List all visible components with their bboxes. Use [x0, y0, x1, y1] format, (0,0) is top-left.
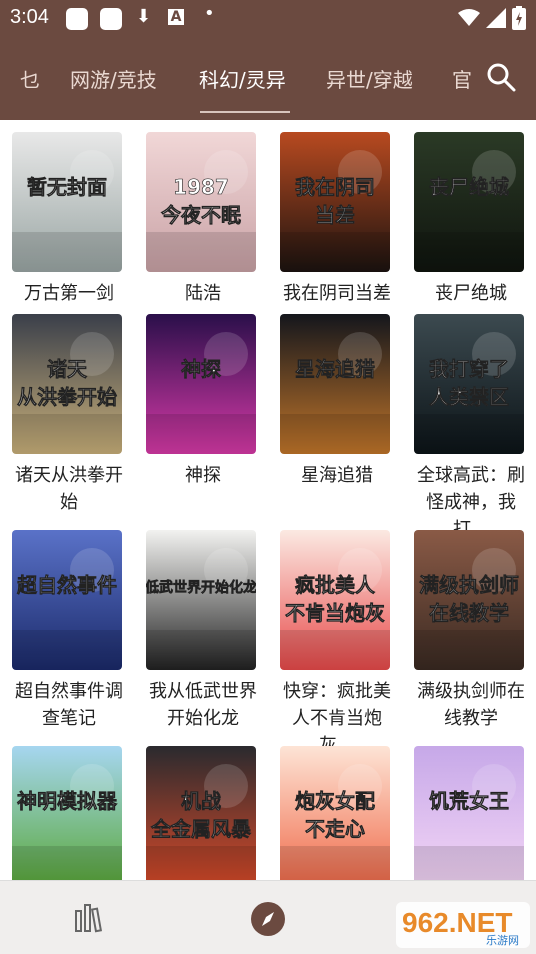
dot-icon: •: [204, 3, 215, 24]
book-cover[interactable]: 1987 今夜不眠: [146, 132, 256, 272]
cover-text: 暂无封面: [27, 175, 107, 199]
notification-icon: [100, 8, 122, 30]
cover-text: 人类禁区: [429, 385, 509, 409]
wifi-icon: [458, 9, 480, 26]
book-cover[interactable]: 神明模拟器: [12, 746, 122, 880]
book-cover[interactable]: 神探: [146, 314, 256, 454]
book-title: 满级执剑师在线教学: [417, 681, 525, 729]
book-item[interactable]: 我打穿了 人类禁区 全球高武：刷怪成神，我打…: [410, 302, 534, 540]
cover-text: 全金属风暴: [150, 817, 252, 841]
cover-text: 神探: [181, 357, 221, 381]
cover-text: 神明模拟器: [17, 789, 118, 813]
search-icon[interactable]: [486, 62, 516, 92]
book-cover[interactable]: 疯批美人 不肯当炮灰: [280, 530, 390, 670]
cover-text: 满级执剑师: [419, 573, 519, 597]
tab-partial-right[interactable]: 官: [452, 64, 472, 93]
book-cover[interactable]: 我在阴司 当差: [280, 132, 390, 272]
cover-text: 1987: [173, 175, 229, 199]
status-time: 3:04: [10, 6, 49, 28]
discover-compass-icon[interactable]: [250, 901, 286, 937]
book-cover[interactable]: 满级执剑师 在线教学: [414, 530, 524, 670]
book-title: 我从低武世界开始化龙: [149, 681, 257, 729]
bookshelf-icon[interactable]: [74, 903, 106, 933]
app-notification-icon: A: [168, 9, 184, 25]
book-cover[interactable]: 我打穿了 人类禁区: [414, 314, 524, 454]
book-item[interactable]: 神明模拟器: [8, 734, 132, 880]
book-cover[interactable]: 诸天 从洪拳开始: [12, 314, 122, 454]
cover-text: 诸天: [47, 357, 88, 381]
book-item[interactable]: 1987 今夜不眠 陆浩: [142, 120, 266, 330]
book-item[interactable]: 诸天 从洪拳开始 诸天从洪拳开始: [8, 302, 132, 513]
tab-otherworld-transmigration[interactable]: 异世/穿越: [326, 64, 413, 93]
watermark-logo: 962.NET 乐游网: [396, 902, 530, 948]
book-cover[interactable]: 星海追猎: [280, 314, 390, 454]
cover-text: 当差: [315, 203, 355, 227]
cover-text: 疯批美人: [295, 573, 376, 597]
book-item[interactable]: 暂无封面 万古第一剑: [8, 120, 132, 330]
book-title: 星海追猎: [301, 465, 373, 486]
book-item[interactable]: 我在阴司 当差 我在阴司当差: [276, 120, 400, 330]
cover-text: 超自然事件: [16, 573, 117, 597]
book-item[interactable]: 星海追猎 星海追猎: [276, 302, 400, 512]
book-item[interactable]: 机战 全金属风暴: [142, 734, 266, 880]
tab-partial-left[interactable]: 乜: [20, 64, 40, 93]
book-cover[interactable]: 低武世界开始化龙: [146, 530, 256, 670]
book-item[interactable]: 炮灰女配 不走心: [276, 734, 400, 880]
cover-text: 低武世界开始化龙: [146, 579, 256, 596]
cover-text: 饥荒女王: [429, 789, 509, 813]
tab-online-games[interactable]: 网游/竞技: [70, 64, 157, 93]
cover-text: 从洪拳开始: [17, 385, 117, 409]
cover-text: 我打穿了: [429, 357, 509, 381]
book-item[interactable]: 丧尸绝城 丧尸绝城: [410, 120, 534, 330]
tab-scifi-supernatural[interactable]: 科幻/灵异: [199, 64, 286, 93]
cover-text: 星海追猎: [295, 357, 375, 381]
book-item[interactable]: 疯批美人 不肯当炮灰 快穿：疯批美人不肯当炮灰…: [276, 518, 400, 756]
status-bar: 3:04 ⬇ A •: [0, 0, 536, 38]
book-title: 超自然事件调查笔记: [15, 681, 123, 729]
book-item[interactable]: 饥荒女王: [410, 734, 534, 880]
cover-text: 今夜不眠: [161, 203, 241, 227]
notification-icon: [66, 8, 88, 30]
cover-text: 炮灰女配: [295, 789, 375, 813]
book-item[interactable]: 满级执剑师 在线教学 满级执剑师在线教学: [410, 518, 534, 729]
category-tab-bar: 乜 网游/竞技 科幻/灵异 异世/穿越 官: [0, 38, 536, 120]
book-cover[interactable]: 饥荒女王: [414, 746, 524, 880]
cover-text: 丧尸绝城: [429, 175, 509, 199]
book-cover[interactable]: 暂无封面: [12, 132, 122, 272]
cover-text: 在线教学: [429, 601, 509, 625]
book-cover[interactable]: 超自然事件: [12, 530, 122, 670]
book-cover[interactable]: 炮灰女配 不走心: [280, 746, 390, 880]
watermark-sub: 乐游网: [486, 934, 519, 947]
book-cover[interactable]: 丧尸绝城: [414, 132, 524, 272]
cover-text: 机战: [181, 789, 221, 813]
cover-text: 我在阴司: [295, 175, 375, 199]
book-title: 神探: [185, 465, 221, 486]
download-icon: ⬇: [136, 6, 152, 27]
cover-text: 不肯当炮灰: [285, 601, 385, 625]
active-tab-indicator: [200, 111, 290, 113]
book-grid: 暂无封面 万古第一剑 1987 今夜不眠 陆浩 我在阴司 当差 我在阴司当差 丧尸绝城 丧尸绝城诸…: [0, 120, 536, 880]
book-item[interactable]: 神探 神探: [142, 302, 266, 512]
battery-icon: [512, 6, 526, 30]
book-item[interactable]: 低武世界开始化龙我从低武世界开始化龙: [142, 518, 266, 729]
book-item[interactable]: 超自然事件超自然事件调查笔记: [8, 518, 132, 729]
book-title: 诸天从洪拳开始: [15, 465, 123, 513]
signal-icon: [486, 8, 506, 28]
book-cover[interactable]: 机战 全金属风暴: [146, 746, 256, 880]
cover-text: 不走心: [305, 817, 365, 841]
